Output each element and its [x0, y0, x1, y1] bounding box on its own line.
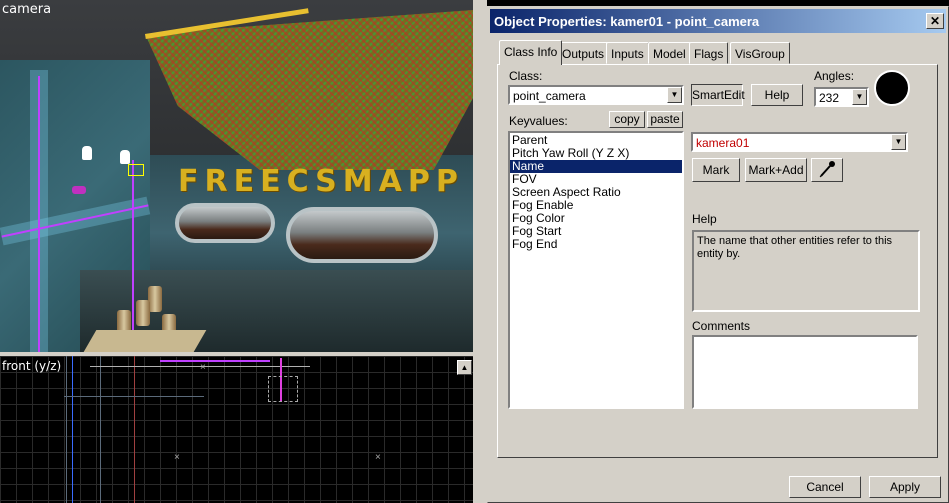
comments-textbox[interactable] — [692, 335, 918, 409]
window-left — [175, 203, 275, 243]
front-viewport-label: front (y/z) — [2, 359, 62, 373]
object-properties-dialog: Object Properties: kamer01 - point_camer… — [487, 6, 949, 503]
dialog-titlebar[interactable]: Object Properties: kamer01 - point_camer… — [490, 9, 946, 33]
ceiling-texture — [145, 10, 473, 170]
class-label: Class: — [509, 69, 543, 83]
window-right — [286, 207, 438, 263]
barrel — [136, 300, 150, 326]
barrel — [148, 286, 162, 312]
chevron-down-icon[interactable]: ▼ — [852, 89, 867, 105]
entity-pink[interactable] — [72, 186, 86, 194]
paste-button[interactable]: paste — [647, 111, 683, 128]
grid-line — [134, 356, 135, 503]
eyedropper-icon — [819, 161, 835, 178]
camera-entity-marker[interactable] — [128, 164, 144, 176]
selection-line — [38, 76, 40, 352]
angle-dial[interactable] — [874, 70, 910, 106]
brush-line — [72, 356, 73, 503]
angles-value: 232 — [819, 91, 840, 105]
tab-outputs[interactable]: Outputs — [557, 42, 610, 64]
list-item[interactable]: Fog End — [510, 238, 682, 251]
chevron-down-icon[interactable]: ▼ — [891, 134, 906, 150]
entity-sprite[interactable] — [120, 150, 130, 164]
smartedit-toggle[interactable]: SmartEdit — [691, 84, 745, 106]
tab-inputs[interactable]: Inputs — [606, 42, 649, 64]
keyvalues-list[interactable]: Parent Pitch Yaw Roll (Y Z X) Name FOV Scree… — [508, 131, 684, 409]
entity-sprite[interactable] — [82, 146, 92, 160]
selection-line — [132, 160, 134, 350]
mark-add-button[interactable]: Mark+Add — [745, 158, 807, 182]
close-icon[interactable]: ✕ — [926, 13, 944, 29]
crate — [83, 330, 207, 352]
scroll-up-button[interactable]: ▲ — [457, 360, 472, 375]
value-combobox[interactable]: kamera01 ▼ — [691, 132, 908, 152]
grid-line — [66, 356, 67, 503]
value-field: kamera01 — [696, 136, 750, 150]
front-viewport[interactable]: × × × front (y/z) — [0, 356, 473, 503]
help-textbox: The name that other entities refer to th… — [692, 230, 920, 312]
vertex-marker: × — [200, 362, 206, 373]
tab-model[interactable]: Model — [648, 42, 691, 64]
eyedropper-button[interactable] — [811, 158, 843, 182]
tab-class-info[interactable]: Class Info — [499, 40, 563, 65]
help-section-label: Help — [692, 212, 717, 226]
apply-button[interactable]: Apply — [869, 476, 941, 498]
camera-viewport-label: camera — [2, 2, 52, 17]
camera-viewport[interactable]: FREECSMAPP camera — [0, 0, 473, 352]
help-button[interactable]: Help — [751, 84, 803, 106]
dialog-title: Object Properties: kamer01 - point_camer… — [494, 14, 760, 29]
grid-line — [100, 356, 101, 503]
grid-line — [64, 396, 204, 397]
vertex-marker: × — [174, 452, 180, 463]
comments-label: Comments — [692, 319, 751, 333]
vertex-marker: × — [375, 452, 381, 463]
chevron-down-icon[interactable]: ▼ — [667, 87, 682, 103]
hammer-editor: FREECSMAPP camera × × × front (y/z) ▲ Ob… — [0, 0, 949, 503]
viewport-splitter-vertical[interactable] — [473, 0, 487, 503]
tab-visgroup[interactable]: VisGroup — [730, 42, 790, 64]
angles-label: Angles: — [814, 69, 855, 83]
class-combobox[interactable]: point_camera ▼ — [508, 85, 684, 105]
help-text: The name that other entities refer to th… — [697, 235, 893, 260]
class-value: point_camera — [513, 89, 586, 103]
copy-button[interactable]: copy — [609, 111, 645, 128]
tab-flags[interactable]: Flags — [689, 42, 729, 64]
selection-line — [160, 360, 270, 362]
freecsmapp-banner: FREECSMAPP — [178, 164, 464, 199]
angles-combobox[interactable]: 232 ▼ — [814, 87, 869, 107]
keyvalues-label: Keyvalues: — [509, 114, 568, 128]
entity-box[interactable] — [268, 376, 298, 402]
mark-button[interactable]: Mark — [692, 158, 740, 182]
cancel-button[interactable]: Cancel — [789, 476, 861, 498]
